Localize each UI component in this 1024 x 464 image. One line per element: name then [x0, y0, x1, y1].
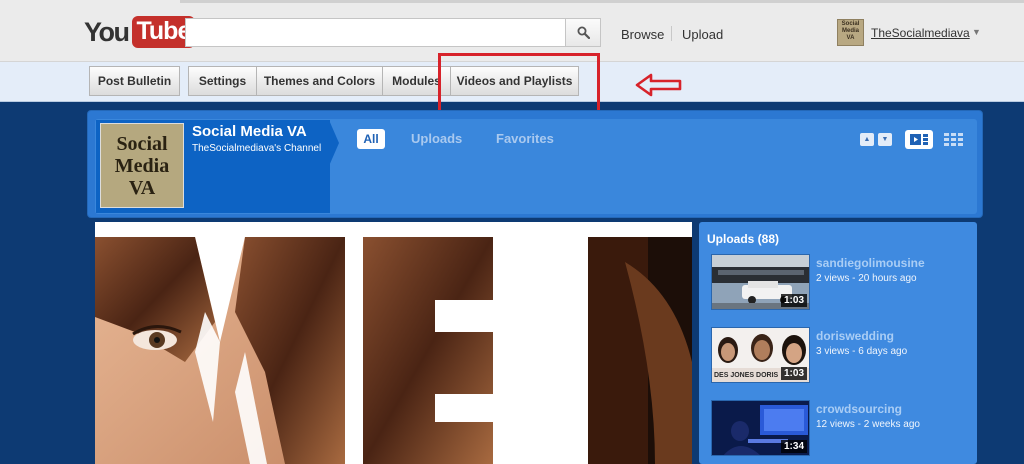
video-thumbnail[interactable]: 1:03	[711, 254, 810, 310]
uploads-title[interactable]: Uploads (88)	[707, 232, 779, 246]
masthead-top-line	[180, 0, 1024, 3]
youtube-logo[interactable]: You Tube	[84, 14, 196, 50]
channel-logo: Social Media VA	[100, 123, 184, 208]
channel-logo-line: VA	[128, 176, 156, 199]
themes-and-colors-button[interactable]: Themes and Colors	[256, 66, 382, 96]
video-title-link[interactable]: sandiegolimousine	[816, 256, 925, 270]
upload-link[interactable]: Upload	[682, 27, 723, 42]
video-title-link[interactable]: crowdsourcing	[816, 402, 902, 416]
video-duration: 1:34	[780, 440, 807, 453]
annotation-arrow-icon	[635, 73, 682, 97]
video-title-link[interactable]: doriswedding	[816, 329, 894, 343]
featured-video-player[interactable]	[95, 222, 692, 464]
post-bulletin-button[interactable]: Post Bulletin	[89, 66, 180, 96]
video-thumbnail[interactable]: 1:34	[711, 400, 810, 456]
logo-you-text: You	[84, 16, 130, 47]
move-down-icon[interactable]: ▼	[878, 133, 892, 146]
user-menu-caret-icon[interactable]: ▼	[972, 27, 981, 37]
settings-button[interactable]: Settings	[188, 66, 256, 96]
tab-all[interactable]: All	[357, 129, 385, 149]
browse-link[interactable]: Browse	[621, 27, 664, 42]
nav-separator	[671, 26, 672, 41]
channel-subtitle: TheSocialmediava's Channel	[192, 143, 322, 154]
channel-logo-line: Media	[114, 154, 170, 177]
tab-favorites[interactable]: Favorites	[496, 131, 554, 146]
search-input[interactable]	[185, 18, 566, 47]
video-duration: 1:03	[780, 367, 807, 380]
player-view-icon	[910, 134, 928, 145]
channel-logo-line: Social	[116, 132, 168, 155]
featured-video-frame	[95, 222, 692, 464]
grid-view-icon[interactable]	[944, 133, 964, 146]
video-meta: 3 views - 6 days ago	[816, 346, 908, 357]
video-meta: 2 views - 20 hours ago	[816, 273, 917, 284]
video-thumbnail-caption: DES JONES DORIS	[714, 372, 779, 379]
search-button[interactable]	[565, 18, 601, 47]
video-thumbnail[interactable]: DES JONES DORIS 1:03	[711, 327, 810, 383]
channel-title[interactable]: Social Media VA	[192, 123, 307, 140]
video-meta: 12 views - 2 weeks ago	[816, 419, 920, 430]
player-view-button[interactable]	[905, 130, 933, 149]
channel-identity-pointer	[329, 120, 339, 166]
search-icon	[577, 26, 590, 39]
move-up-icon[interactable]: ▲	[860, 133, 874, 146]
username-link[interactable]: TheSocialmediava	[871, 26, 970, 40]
tab-uploads[interactable]: Uploads	[411, 131, 462, 146]
user-avatar[interactable]: Social Media VA	[837, 19, 864, 46]
video-duration: 1:03	[780, 294, 807, 307]
